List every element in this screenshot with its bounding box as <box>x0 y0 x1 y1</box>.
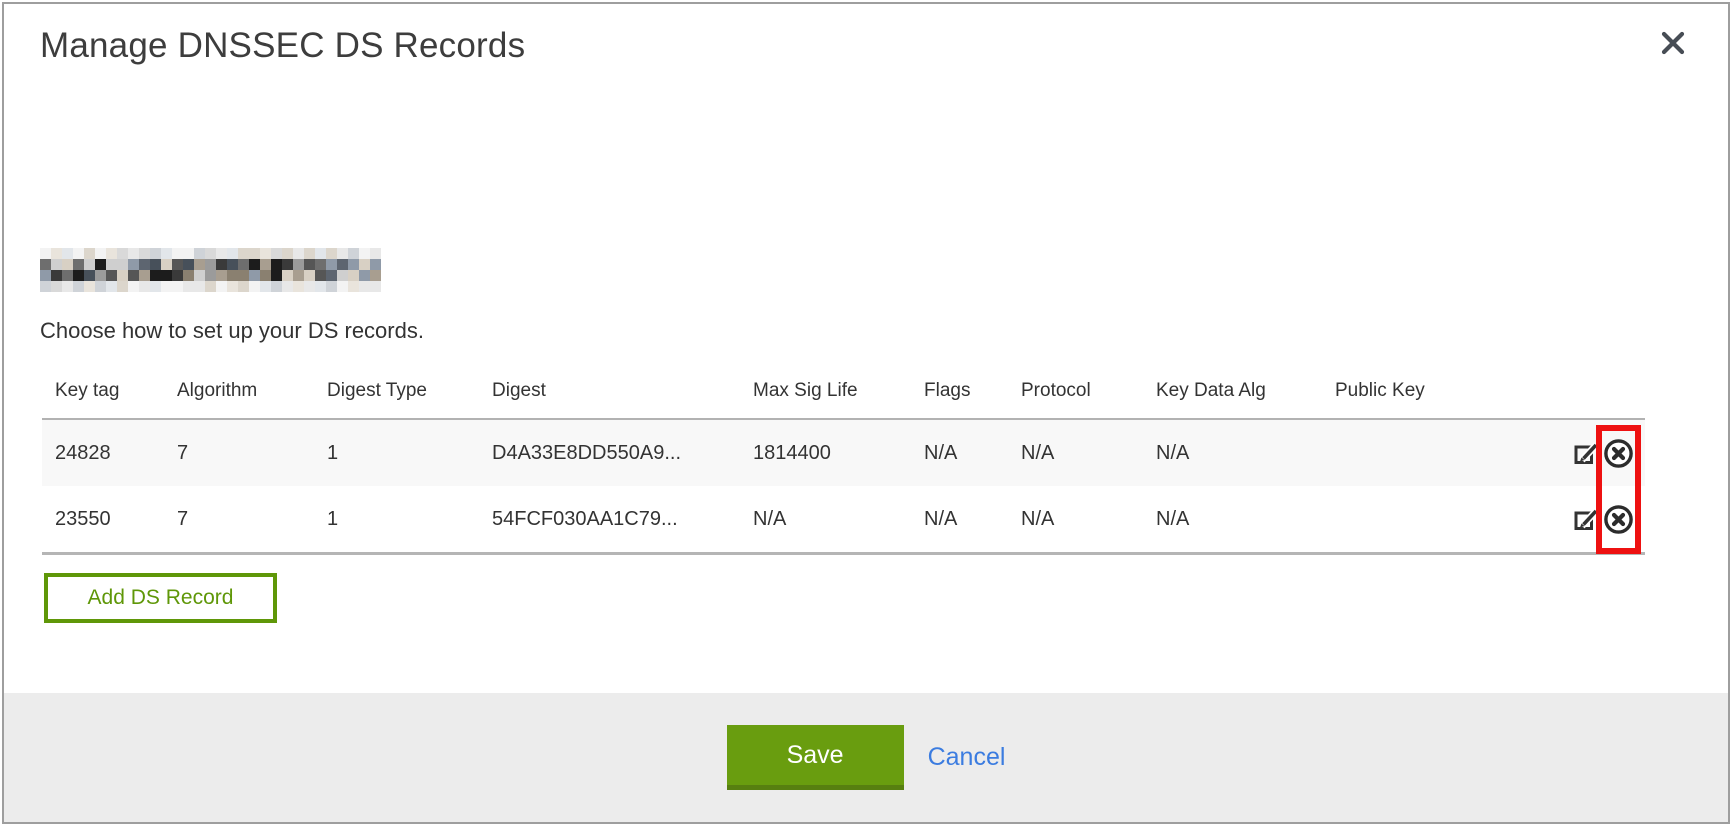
cell-max-sig-life: N/A <box>753 486 924 554</box>
table-header-row: Key tag Algorithm Digest Type Digest Max… <box>42 363 1645 419</box>
cell-digest-type: 1 <box>327 486 492 554</box>
add-ds-record-button[interactable]: Add DS Record <box>44 573 277 623</box>
cell-key-tag: 23550 <box>42 486 177 554</box>
delete-record-button[interactable] <box>1602 437 1635 470</box>
modal-footer: Save Cancel <box>4 693 1728 822</box>
cell-key-data-alg: N/A <box>1156 419 1335 486</box>
cell-digest-type: 1 <box>327 419 492 486</box>
close-button[interactable] <box>1658 28 1688 58</box>
table-row: 23550 7 1 54FCF030AA1C79... N/A N/A N/A … <box>42 486 1645 554</box>
edit-record-button[interactable] <box>1573 506 1599 532</box>
edit-icon <box>1573 454 1599 469</box>
cell-public-key <box>1335 419 1559 486</box>
column-header-max-sig-life: Max Sig Life <box>753 363 924 419</box>
column-header-protocol: Protocol <box>1021 363 1156 419</box>
column-header-digest-type: Digest Type <box>327 363 492 419</box>
column-header-digest: Digest <box>492 363 753 419</box>
edit-icon <box>1573 520 1599 535</box>
ds-records-table: Key tag Algorithm Digest Type Digest Max… <box>42 363 1645 555</box>
cell-digest: 54FCF030AA1C79... <box>492 486 753 554</box>
row-actions <box>1559 486 1645 552</box>
column-header-flags: Flags <box>924 363 1021 419</box>
manage-dnssec-modal: Manage DNSSEC DS Records Choose how to s… <box>2 2 1730 824</box>
save-button[interactable]: Save <box>727 725 904 790</box>
cell-digest: D4A33E8DD550A9... <box>492 419 753 486</box>
delete-circle-x-icon <box>1602 458 1635 473</box>
instruction-text: Choose how to set up your DS records. <box>40 318 424 344</box>
delete-record-button[interactable] <box>1602 503 1635 536</box>
cell-algorithm: 7 <box>177 486 327 554</box>
column-header-key-data-alg: Key Data Alg <box>1156 363 1335 419</box>
cell-algorithm: 7 <box>177 419 327 486</box>
column-header-public-key: Public Key <box>1335 363 1559 419</box>
column-header-key-tag: Key tag <box>42 363 177 419</box>
column-header-actions <box>1559 363 1645 419</box>
column-header-algorithm: Algorithm <box>177 363 327 419</box>
page-title: Manage DNSSEC DS Records <box>40 26 525 66</box>
cell-protocol: N/A <box>1021 486 1156 554</box>
cell-key-data-alg: N/A <box>1156 486 1335 554</box>
edit-record-button[interactable] <box>1573 440 1599 466</box>
redacted-domain <box>40 248 381 292</box>
table-row: 24828 7 1 D4A33E8DD550A9... 1814400 N/A … <box>42 419 1645 486</box>
cell-key-tag: 24828 <box>42 419 177 486</box>
cell-protocol: N/A <box>1021 419 1156 486</box>
cell-public-key <box>1335 486 1559 554</box>
cancel-link[interactable]: Cancel <box>928 743 1006 772</box>
row-actions <box>1559 420 1645 486</box>
close-icon <box>1660 44 1686 59</box>
cell-flags: N/A <box>924 486 1021 554</box>
cell-flags: N/A <box>924 419 1021 486</box>
cell-max-sig-life: 1814400 <box>753 419 924 486</box>
delete-circle-x-icon <box>1602 524 1635 539</box>
